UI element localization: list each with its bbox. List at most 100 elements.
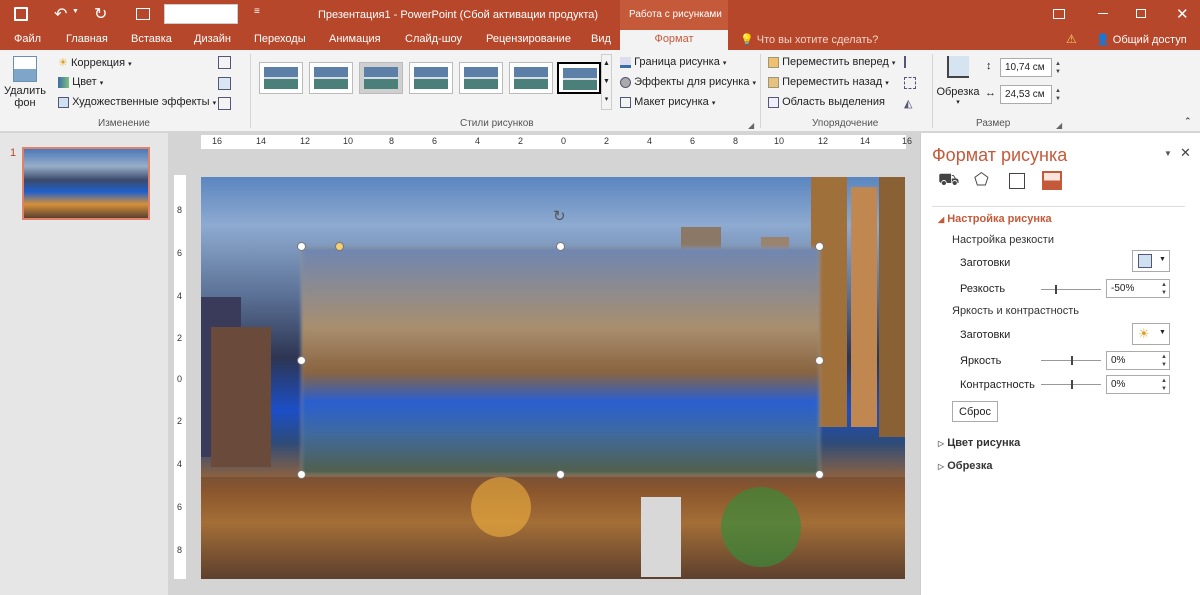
warning-icon[interactable]: ⚠ (1066, 32, 1077, 46)
chevron-down-icon: ▼ (1159, 256, 1166, 263)
close-pane-icon[interactable]: ✕ (1180, 145, 1191, 161)
styles-dialog-launcher-icon[interactable]: ◢ (748, 121, 754, 130)
undo-dropdown-icon[interactable]: ▼ (72, 8, 79, 15)
tab-format[interactable]: Формат (620, 30, 728, 50)
picture-border-button[interactable]: Граница рисунка ▾ (620, 56, 726, 68)
width-spinner[interactable]: ▲ ▼ (1053, 87, 1063, 103)
sun-icon: ☀ (58, 57, 68, 69)
compress-pictures-icon[interactable] (218, 56, 231, 69)
effects-tab-icon[interactable]: ⬠ (974, 170, 989, 190)
rotate-handle-icon[interactable]: ↻ (553, 207, 566, 225)
gallery-scroll[interactable]: ▲ ▼ ▾ (601, 54, 612, 110)
undo-icon[interactable]: ↶ (54, 4, 67, 24)
brightness-slider-knob[interactable] (1071, 356, 1073, 365)
align-icon[interactable] (904, 56, 916, 68)
redo-icon[interactable]: ↻ (94, 4, 107, 24)
ribbon-display-icon[interactable] (1053, 9, 1065, 19)
picture-effects-button[interactable]: Эффекты для рисунка ▾ (620, 76, 756, 88)
selection-pane-label: Область выделения (782, 96, 885, 108)
tab-home[interactable]: Главная (66, 33, 108, 45)
size-properties-icon[interactable] (1009, 173, 1025, 189)
slideshow-icon[interactable] (136, 8, 150, 20)
picture-style-3[interactable] (359, 62, 403, 94)
tell-me-search[interactable]: 💡 Что вы хотите сделать? (740, 33, 878, 46)
restore-button[interactable] (1136, 9, 1146, 18)
size-dialog-launcher-icon[interactable]: ◢ (1056, 121, 1062, 130)
picture-style-6[interactable] (509, 62, 553, 94)
artistic-effects-label: Художественные эффекты (72, 96, 210, 108)
picture-style-7[interactable] (557, 62, 601, 94)
resize-handle[interactable] (815, 356, 824, 365)
minimize-button[interactable] (1098, 13, 1108, 14)
fill-line-icon[interactable]: ⛟ (938, 170, 959, 192)
contrast-spinner[interactable]: ▲ ▼ (1159, 377, 1169, 393)
resize-handle[interactable] (297, 242, 306, 251)
tab-review[interactable]: Рецензирование (486, 33, 571, 45)
tab-transitions[interactable]: Переходы (254, 33, 306, 45)
tab-view[interactable]: Вид (591, 33, 611, 45)
picture-tab-icon[interactable] (1042, 171, 1062, 190)
sharpness-presets-dropdown[interactable]: ▼ (1132, 250, 1170, 272)
corrections-button[interactable]: ☀ Коррекция ▾ (58, 56, 132, 69)
save-icon[interactable] (14, 7, 28, 21)
contrast-slider[interactable] (1041, 380, 1101, 389)
collapse-ribbon-icon[interactable]: ⌃ (1184, 116, 1192, 127)
brightness-presets-dropdown[interactable]: ☀ ▼ (1132, 323, 1170, 345)
section-crop[interactable]: ▷ Обрезка (938, 460, 993, 472)
resize-handle[interactable] (556, 470, 565, 479)
close-button[interactable]: ✕ (1176, 5, 1189, 23)
tab-animation[interactable]: Анимация (329, 33, 381, 45)
section-picture-color[interactable]: ▷ Цвет рисунка (938, 437, 1020, 449)
group-label-size: Размер (976, 118, 1011, 129)
crop-handle[interactable] (335, 242, 344, 251)
section-picture-corrections[interactable]: ◢ Настройка рисунка (938, 213, 1052, 225)
tab-insert[interactable]: Вставка (131, 33, 172, 45)
color-label: Цвет (72, 76, 97, 88)
remove-background-icon (13, 56, 37, 82)
font-combo[interactable] (164, 4, 238, 24)
height-field[interactable]: 10,74 см (1000, 58, 1052, 77)
artistic-effects-button[interactable]: Художественные эффекты ▾ (58, 96, 216, 108)
picture-layout-button[interactable]: Макет рисунка ▾ (620, 96, 715, 108)
brightness-spinner[interactable]: ▲ ▼ (1159, 353, 1169, 369)
reset-picture-icon[interactable] (218, 97, 231, 110)
resize-handle[interactable] (815, 470, 824, 479)
tab-file[interactable]: Файл (14, 33, 41, 45)
bring-forward-button[interactable]: Переместить вперед ▾ (768, 56, 895, 68)
customize-qat-icon[interactable]: ≡ (254, 6, 260, 17)
sharpness-slider-knob[interactable] (1055, 285, 1057, 294)
picture-style-4[interactable] (409, 62, 453, 94)
crop-button[interactable]: Обрезка ▾ (936, 54, 980, 112)
selection-pane-button[interactable]: Область выделения (768, 96, 885, 108)
selected-picture[interactable] (301, 247, 820, 475)
pane-options-icon[interactable]: ▼ (1164, 149, 1172, 158)
resize-handle[interactable] (297, 470, 306, 479)
tab-design[interactable]: Дизайн (194, 33, 231, 45)
section-title: Настройка рисунка (947, 213, 1052, 225)
slide-thumbnail[interactable] (22, 147, 150, 220)
width-field[interactable]: 24,53 см (1000, 85, 1052, 104)
contrast-slider-knob[interactable] (1071, 380, 1073, 389)
change-picture-icon[interactable] (218, 77, 231, 90)
resize-handle[interactable] (297, 356, 306, 365)
resize-handle[interactable] (556, 242, 565, 251)
rotate-icon[interactable]: ◭ (904, 97, 912, 110)
remove-background-button[interactable]: Удалить фон (4, 54, 46, 114)
sharpness-slider[interactable] (1041, 285, 1101, 294)
picture-style-5[interactable] (459, 62, 503, 94)
group-objects-icon[interactable] (904, 77, 916, 89)
chevron-down-icon: ▾ (885, 80, 889, 87)
resize-handle[interactable] (815, 242, 824, 251)
share-button[interactable]: 👤 Общий доступ (1096, 33, 1187, 46)
send-backward-button[interactable]: Переместить назад ▾ (768, 76, 889, 88)
reset-button[interactable]: Сброс (952, 401, 998, 422)
height-spinner[interactable]: ▲ ▼ (1053, 60, 1063, 76)
picture-style-2[interactable] (309, 62, 353, 94)
color-button[interactable]: Цвет ▾ (58, 76, 103, 88)
sharpness-spinner[interactable]: ▲ ▼ (1159, 281, 1169, 297)
picture-style-1[interactable] (259, 62, 303, 94)
slide-canvas[interactable] (201, 177, 905, 579)
tab-slideshow[interactable]: Слайд-шоу (405, 33, 462, 45)
ruler-label: 6 (432, 136, 438, 146)
brightness-slider[interactable] (1041, 356, 1101, 365)
